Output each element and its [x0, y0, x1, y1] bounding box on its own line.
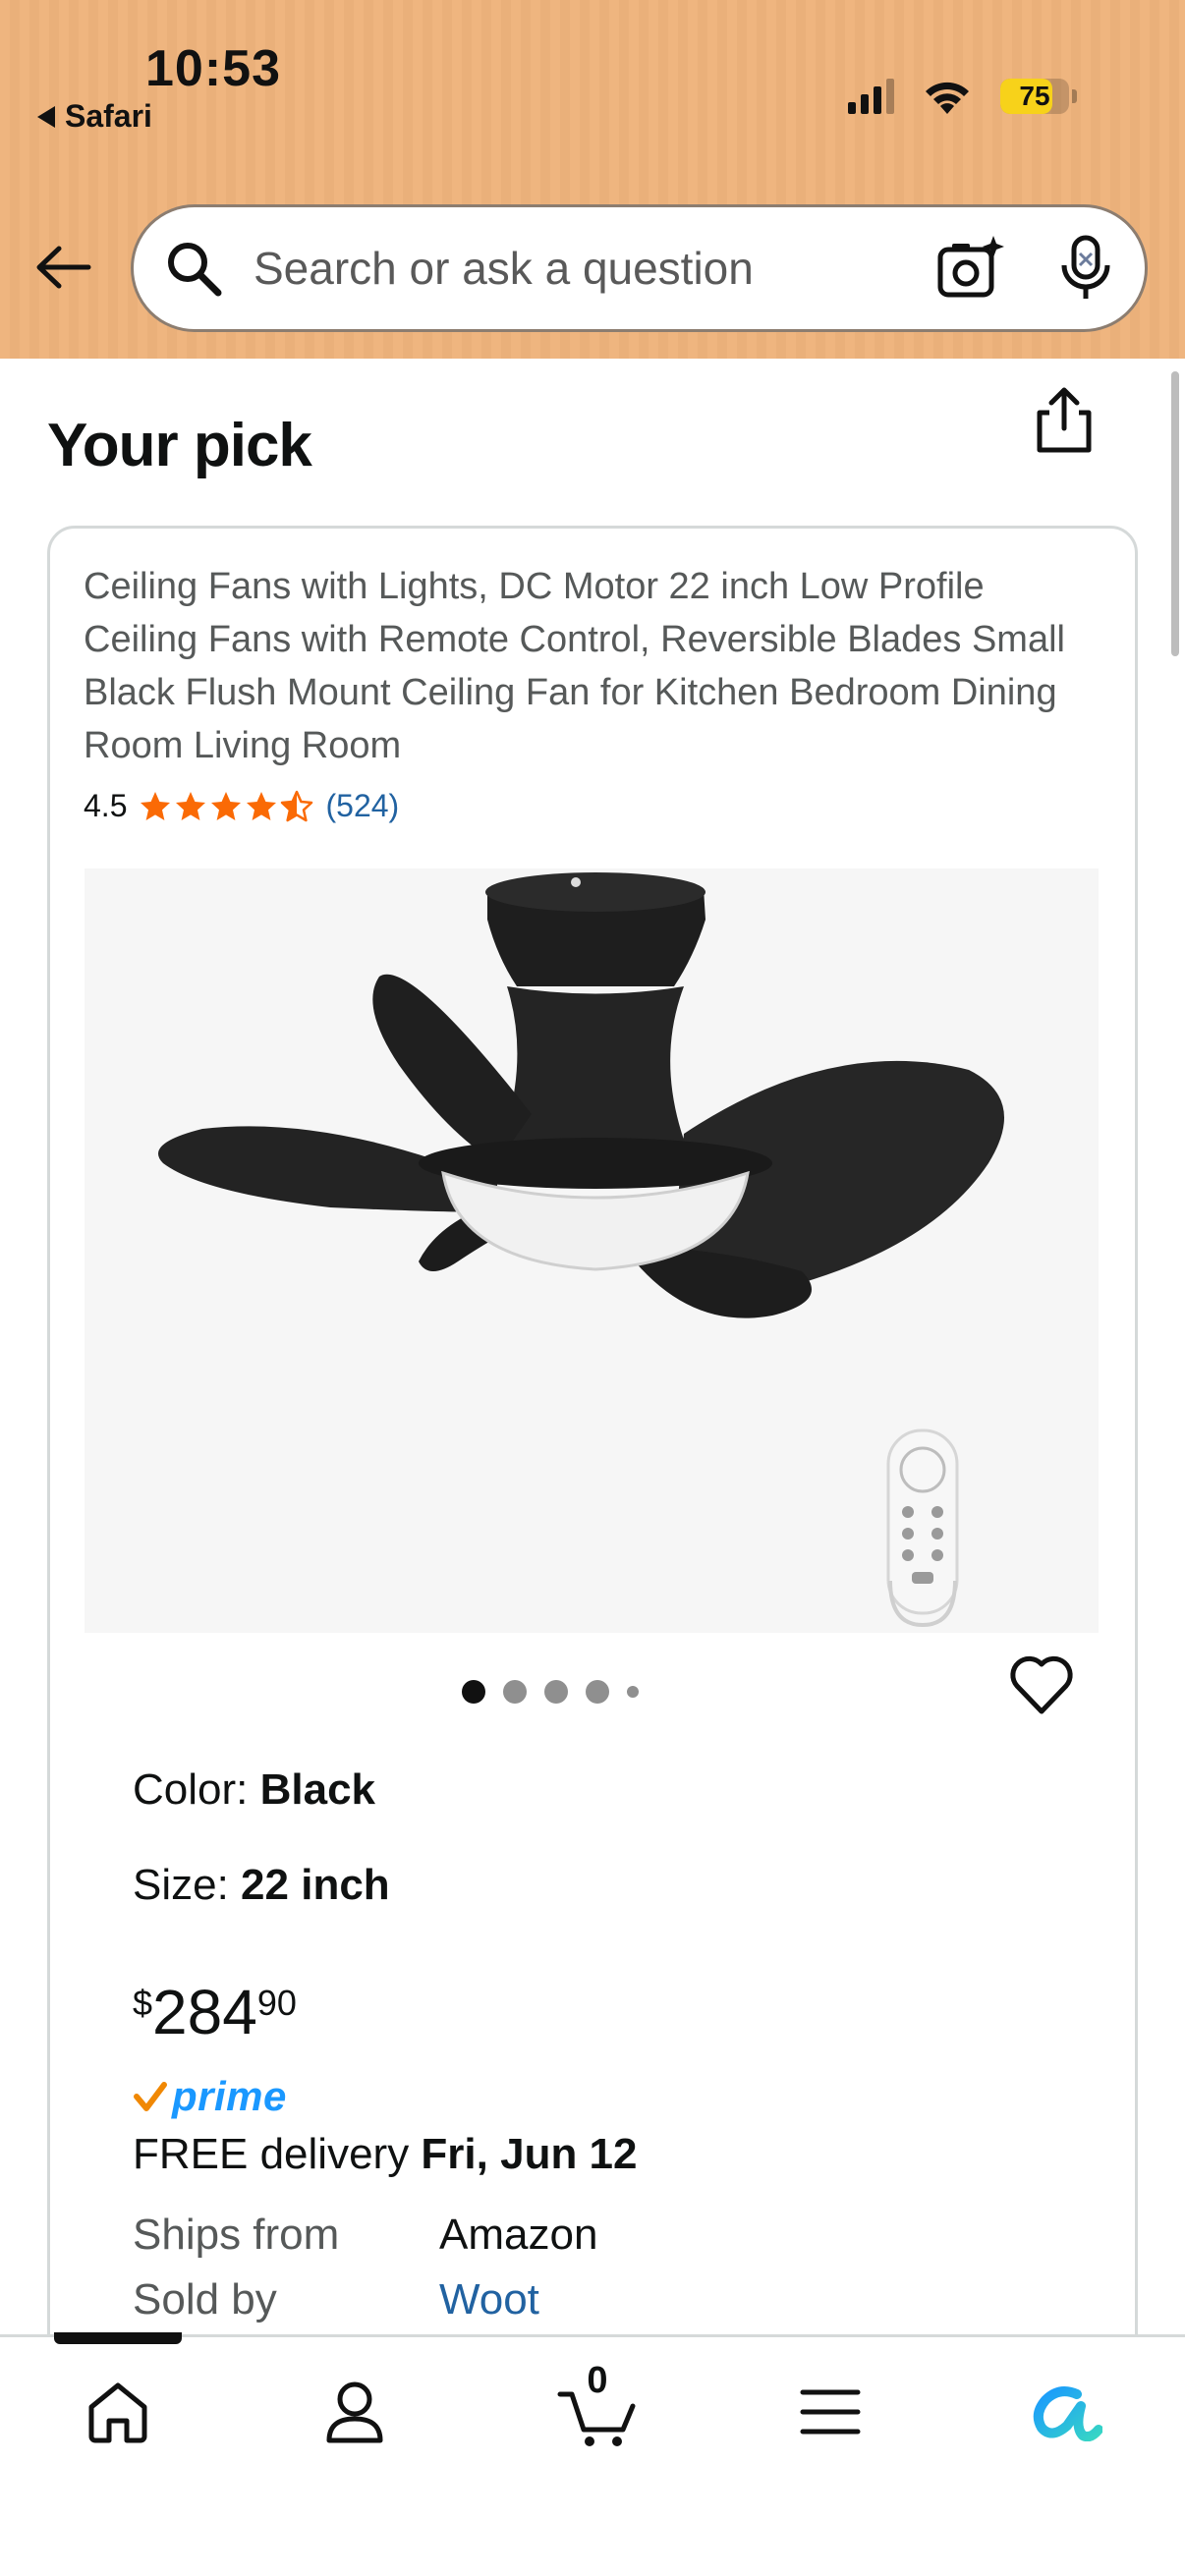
search-input[interactable]: [224, 242, 936, 295]
product-title[interactable]: Ceiling Fans with Lights, DC Motor 22 in…: [84, 560, 1076, 772]
color-selector[interactable]: Color: Black: [133, 1765, 375, 1815]
carousel-dot[interactable]: [503, 1680, 527, 1704]
star-icon: [141, 791, 171, 820]
status-time: 10:53: [145, 40, 281, 97]
nav-account[interactable]: [310, 2368, 399, 2456]
scrollbar[interactable]: [1171, 371, 1179, 656]
size-value: 22 inch: [241, 1861, 390, 1909]
rating-value: 4.5: [84, 788, 128, 823]
rating-row[interactable]: 4.5 (524): [84, 788, 399, 824]
cart-count: 0: [587, 2360, 608, 2401]
header: 10:53 Safari 75: [0, 0, 1185, 359]
half-star-icon: [281, 790, 313, 821]
section-title: Your pick: [47, 412, 312, 479]
carousel-dot[interactable]: [627, 1686, 639, 1698]
rufus-icon: [1033, 2386, 1102, 2441]
wifi-icon: [926, 82, 969, 114]
price: $ 284 90: [133, 1975, 297, 2049]
search-icon: [168, 243, 222, 297]
price-fraction: 90: [256, 1983, 297, 2023]
carousel-dot[interactable]: [544, 1680, 568, 1704]
star-icon: [211, 791, 242, 820]
account-icon: [326, 2381, 383, 2443]
app-screen: 10:53 Safari 75 Search or ask a question…: [0, 0, 1185, 2576]
size-label: Size:: [133, 1861, 242, 1909]
color-value: Black: [259, 1765, 376, 1814]
ships-from-label: Ships from: [133, 2211, 340, 2259]
color-label: Color:: [133, 1765, 260, 1814]
review-count-link[interactable]: (524): [325, 788, 399, 824]
prime-label: prime: [172, 2073, 287, 2119]
menu-icon: [800, 2389, 861, 2435]
status-indicators: 75: [848, 77, 1077, 116]
star-icon: [176, 791, 206, 820]
camera-search-icon[interactable]: [936, 234, 1005, 303]
cellular-signal-icon: [848, 79, 894, 114]
delivery-prefix: FREE delivery: [133, 2130, 422, 2178]
nav-cart[interactable]: 0: [548, 2360, 647, 2456]
price-whole: 284: [152, 1977, 257, 2047]
microphone-icon[interactable]: [1056, 234, 1115, 303]
nav-menu[interactable]: [786, 2368, 875, 2456]
back-to-app-link[interactable]: Safari: [37, 98, 152, 135]
image-carousel-dots[interactable]: [462, 1680, 639, 1704]
nav-rufus[interactable]: [1022, 2368, 1110, 2456]
back-arrow-icon[interactable]: [31, 236, 94, 299]
product-image[interactable]: [85, 868, 1099, 1633]
nav-home[interactable]: [74, 2368, 162, 2456]
delivery-date: Fri, Jun 12: [421, 2130, 638, 2178]
prime-check-icon: [134, 2082, 167, 2111]
star-icon: [247, 791, 277, 820]
back-app-label: Safari: [65, 98, 152, 134]
ceiling-fan-image: [158, 872, 1004, 1628]
ships-from-value: Amazon: [439, 2211, 598, 2259]
sold-by-label: Sold by: [133, 2275, 277, 2324]
battery-level: 75: [1019, 81, 1050, 111]
size-selector[interactable]: Size: 22 inch: [133, 1861, 390, 1910]
carousel-dot[interactable]: [586, 1680, 609, 1704]
heart-icon[interactable]: [1007, 1652, 1076, 1717]
search-bar[interactable]: [131, 204, 1148, 332]
share-icon[interactable]: [1032, 385, 1097, 454]
nav-active-indicator: [54, 2332, 182, 2344]
price-symbol: $: [133, 1983, 153, 2023]
home-icon: [88, 2382, 147, 2443]
star-rating: [139, 790, 313, 823]
battery-icon: 75: [1000, 79, 1077, 114]
delivery-info: FREE delivery Fri, Jun 12: [133, 2130, 638, 2179]
back-triangle-icon: [37, 105, 55, 128]
carousel-dot[interactable]: [462, 1680, 485, 1704]
prime-badge: prime: [133, 2073, 287, 2120]
sold-by-link[interactable]: Woot: [439, 2275, 539, 2324]
